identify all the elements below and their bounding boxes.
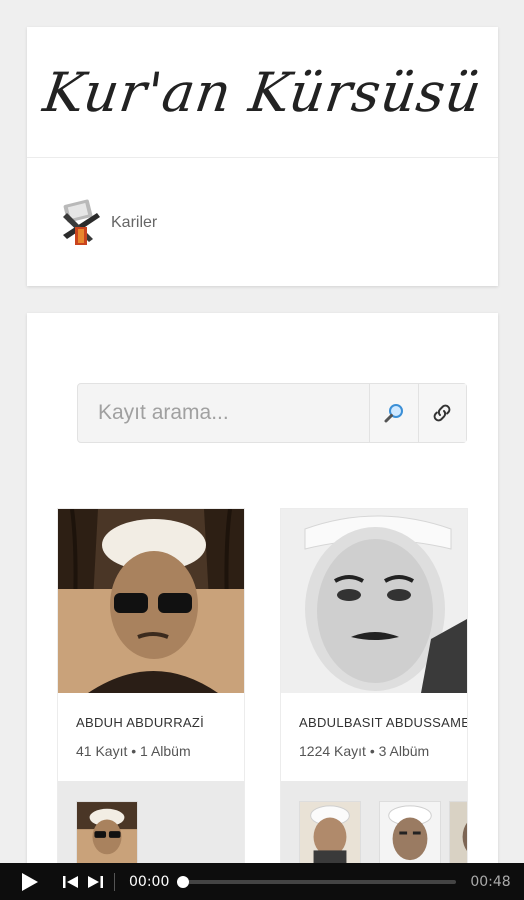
link-button[interactable] <box>417 384 466 442</box>
reciter-card[interactable]: ABDULBASIT ABDUSSAMED 1224 Kayıt • 3 Alb… <box>281 509 467 873</box>
link-icon <box>433 404 451 422</box>
album-thumb[interactable] <box>299 801 361 865</box>
reciter-card[interactable]: ABDUH ABDURRAZİ 41 Kayıt • 1 Albüm <box>58 509 244 873</box>
audio-player: 00:00 00:48 <box>0 863 524 900</box>
play-icon[interactable] <box>18 871 40 893</box>
header-card: Kur'an Kürsüsü Kariler <box>27 27 498 286</box>
current-time: 00:00 <box>129 873 170 890</box>
reciter-portrait[interactable] <box>58 509 244 693</box>
nav-item-kariler[interactable]: Kariler <box>59 199 157 247</box>
progress-knob[interactable] <box>177 875 190 888</box>
album-thumb[interactable] <box>449 801 467 865</box>
search-input[interactable] <box>78 384 369 442</box>
reciter-info: ABDULBASIT ABDUSSAMED 1224 Kayıt • 3 Alb… <box>281 693 467 781</box>
reciter-name[interactable]: ABDUH ABDURRAZİ <box>76 715 244 730</box>
search-button[interactable] <box>369 384 418 442</box>
reciter-name[interactable]: ABDULBASIT ABDUSSAMED <box>299 715 467 730</box>
album-strip <box>281 781 467 873</box>
duration: 00:48 <box>470 873 511 890</box>
site-title[interactable]: Kur'an Kürsüsü <box>39 61 485 124</box>
nav-label: Kariler <box>111 214 158 231</box>
magnifier-icon <box>384 404 403 423</box>
site-title-area: Kur'an Kürsüsü <box>27 27 498 158</box>
album-strip <box>58 781 244 873</box>
reciter-portrait[interactable] <box>281 509 467 693</box>
skip-forward-icon[interactable] <box>86 874 104 890</box>
album-thumb[interactable] <box>76 801 138 865</box>
reciter-info: ABDUH ABDURRAZİ 41 Kayıt • 1 Albüm <box>58 693 244 781</box>
content-card: ABDUH ABDURRAZİ 41 Kayıt • 1 Albüm <box>27 313 498 873</box>
skip-back-icon[interactable] <box>62 874 80 890</box>
album-thumb[interactable] <box>379 801 441 865</box>
reciter-meta: 41 Kayıt • 1 Albüm <box>76 743 191 759</box>
reciter-meta: 1224 Kayıt • 3 Albüm <box>299 743 430 759</box>
player-divider <box>114 872 115 891</box>
search-group <box>77 383 467 443</box>
quran-stand-icon <box>63 199 100 245</box>
progress-bar[interactable] <box>177 875 457 888</box>
